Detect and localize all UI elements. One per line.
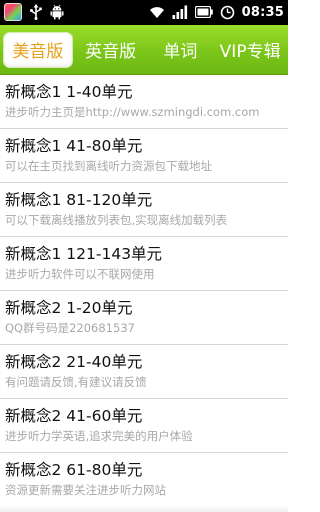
tab-vip-album[interactable]: VIP专辑 (212, 32, 288, 68)
alarm-icon (220, 5, 235, 20)
list-item-subtitle: 资源更新需要关注进步听力网站 (5, 483, 166, 497)
status-bar-left (4, 2, 64, 22)
list-item-title: 新概念1 121-143单元 (5, 245, 163, 263)
list-item[interactable]: 新概念1 121-143单元 进步听力软件可以不联网使用 (0, 237, 288, 291)
status-time: 08:35 (241, 4, 284, 20)
signal-icon (172, 5, 188, 19)
list-item-title: 新概念2 21-40单元 (5, 353, 143, 371)
lesson-list[interactable]: 新概念1 1-40单元 进步听力主页是http://www.szmingdi.c… (0, 75, 288, 503)
app-icon (4, 3, 22, 21)
tab-american-edition[interactable]: 美音版 (3, 31, 73, 68)
list-item-title: 新概念1 81-120单元 (5, 191, 153, 209)
list-item[interactable]: 新概念1 81-120单元 可以下载离线播放列表包,实现离线加载列表 (0, 183, 288, 237)
tab-vocabulary[interactable]: 单词 (149, 32, 213, 68)
list-item-subtitle: 可以下载离线播放列表包,实现离线加载列表 (5, 213, 228, 227)
list-item[interactable]: 新概念2 41-60单元 进步听力学英语,追求完美的用户体验 (0, 399, 288, 453)
tab-british-edition[interactable]: 英音版 (77, 32, 145, 68)
list-item[interactable]: 新概念2 1-20单元 QQ群号码是220681537 (0, 291, 288, 345)
list-item-subtitle: 进步听力软件可以不联网使用 (5, 267, 155, 281)
list-item-subtitle: 进步听力学英语,追求完美的用户体验 (5, 429, 193, 443)
list-item-subtitle: 有问题请反馈,有建议请反馈 (5, 375, 147, 389)
list-item-title: 新概念2 41-60单元 (5, 407, 143, 425)
battery-icon (194, 6, 213, 18)
list-item[interactable]: 新概念1 1-40单元 进步听力主页是http://www.szmingdi.c… (0, 75, 288, 129)
list-item[interactable]: 新概念1 41-80单元 可以在主页找到离线听力资源包下载地址 (0, 129, 288, 183)
list-item-title: 新概念2 61-80单元 (5, 461, 143, 479)
list-item-title: 新概念2 1-20单元 (5, 299, 133, 317)
list-item[interactable]: 新概念2 61-80单元 资源更新需要关注进步听力网站 (0, 453, 288, 503)
status-bar: 08:35 (0, 0, 288, 25)
list-bottom-fade (0, 505, 288, 512)
list-item-subtitle: 进步听力主页是http://www.szmingdi.com.com (5, 105, 260, 119)
status-bar-right: 08:35 (149, 2, 284, 22)
usb-icon (29, 4, 43, 20)
wifi-icon (149, 5, 165, 19)
list-item-subtitle: 可以在主页找到离线听力资源包下载地址 (5, 159, 212, 173)
list-item-title: 新概念1 41-80单元 (5, 137, 143, 155)
tab-bar: 美音版 英音版 单词 VIP专辑 (0, 25, 288, 75)
list-item[interactable]: 新概念2 21-40单元 有问题请反馈,有建议请反馈 (0, 345, 288, 399)
list-item-subtitle: QQ群号码是220681537 (5, 321, 135, 335)
list-item-title: 新概念1 1-40单元 (5, 83, 133, 101)
android-icon (50, 4, 64, 20)
